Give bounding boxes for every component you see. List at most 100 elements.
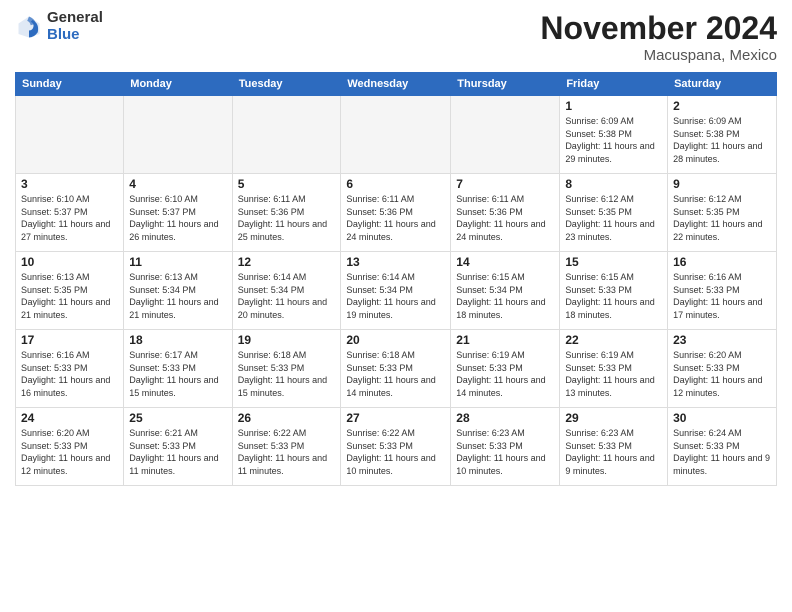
- day-info: Sunrise: 6:16 AM Sunset: 5:33 PM Dayligh…: [21, 349, 118, 399]
- header-friday: Friday: [560, 73, 668, 96]
- day-info: Sunrise: 6:24 AM Sunset: 5:33 PM Dayligh…: [673, 427, 771, 477]
- header-wednesday: Wednesday: [341, 73, 451, 96]
- day-info: Sunrise: 6:10 AM Sunset: 5:37 PM Dayligh…: [21, 193, 118, 243]
- day-number: 25: [129, 411, 226, 425]
- calendar-cell-w2-d1: 11 Sunrise: 6:13 AM Sunset: 5:34 PM Dayli…: [124, 252, 232, 330]
- header: General Blue November 2024 Macuspana, Me…: [15, 10, 777, 64]
- day-info: Sunrise: 6:17 AM Sunset: 5:33 PM Dayligh…: [129, 349, 226, 399]
- logo-text: General Blue: [47, 10, 103, 43]
- calendar-cell-w0-d2: [232, 96, 341, 174]
- day-number: 2: [673, 99, 771, 113]
- calendar-cell-w4-d3: 27 Sunrise: 6:22 AM Sunset: 5:33 PM Dayli…: [341, 408, 451, 486]
- day-info: Sunrise: 6:12 AM Sunset: 5:35 PM Dayligh…: [673, 193, 771, 243]
- day-info: Sunrise: 6:18 AM Sunset: 5:33 PM Dayligh…: [238, 349, 336, 399]
- calendar-cell-w4-d1: 25 Sunrise: 6:21 AM Sunset: 5:33 PM Dayli…: [124, 408, 232, 486]
- day-number: 26: [238, 411, 336, 425]
- calendar-cell-w4-d5: 29Sunrise: 6:23 AM Sunset: 5:33 PM Dayli…: [560, 408, 668, 486]
- calendar-cell-w0-d5: 1Sunrise: 6:09 AM Sunset: 5:38 PM Daylig…: [560, 96, 668, 174]
- calendar-cell-w2-d4: 14Sunrise: 6:15 AM Sunset: 5:34 PM Dayli…: [451, 252, 560, 330]
- day-info: Sunrise: 6:13 AM Sunset: 5:34 PM Dayligh…: [129, 271, 226, 321]
- day-number: 5: [238, 177, 336, 191]
- calendar-cell-w2-d2: 12 Sunrise: 6:14 AM Sunset: 5:34 PM Dayli…: [232, 252, 341, 330]
- title-block: November 2024 Macuspana, Mexico: [540, 10, 777, 64]
- day-number: 24: [21, 411, 118, 425]
- logo-blue-text: Blue: [47, 27, 103, 44]
- day-info: Sunrise: 6:14 AM Sunset: 5:34 PM Dayligh…: [238, 271, 336, 321]
- calendar-cell-w3-d0: 17 Sunrise: 6:16 AM Sunset: 5:33 PM Dayli…: [16, 330, 124, 408]
- calendar-cell-w0-d1: [124, 96, 232, 174]
- calendar-cell-w1-d5: 8 Sunrise: 6:12 AM Sunset: 5:35 PM Daylig…: [560, 174, 668, 252]
- calendar-cell-w3-d6: 23 Sunrise: 6:20 AM Sunset: 5:33 PM Dayli…: [668, 330, 777, 408]
- calendar-cell-w1-d1: 4 Sunrise: 6:10 AM Sunset: 5:37 PM Daylig…: [124, 174, 232, 252]
- calendar-cell-w4-d4: 28 Sunrise: 6:23 AM Sunset: 5:33 PM Dayli…: [451, 408, 560, 486]
- day-number: 28: [456, 411, 554, 425]
- day-info: Sunrise: 6:21 AM Sunset: 5:33 PM Dayligh…: [129, 427, 226, 477]
- day-info: Sunrise: 6:23 AM Sunset: 5:33 PM Dayligh…: [456, 427, 554, 477]
- calendar-cell-w1-d2: 5 Sunrise: 6:11 AM Sunset: 5:36 PM Daylig…: [232, 174, 341, 252]
- day-number: 16: [673, 255, 771, 269]
- day-info: Sunrise: 6:19 AM Sunset: 5:33 PM Dayligh…: [565, 349, 662, 399]
- day-info: Sunrise: 6:14 AM Sunset: 5:34 PM Dayligh…: [346, 271, 445, 321]
- calendar-cell-w3-d5: 22 Sunrise: 6:19 AM Sunset: 5:33 PM Dayli…: [560, 330, 668, 408]
- day-number: 15: [565, 255, 662, 269]
- day-info: Sunrise: 6:20 AM Sunset: 5:33 PM Dayligh…: [673, 349, 771, 399]
- day-number: 4: [129, 177, 226, 191]
- calendar-cell-w3-d1: 18 Sunrise: 6:17 AM Sunset: 5:33 PM Dayli…: [124, 330, 232, 408]
- day-number: 3: [21, 177, 118, 191]
- day-number: 27: [346, 411, 445, 425]
- week-row-2: 10 Sunrise: 6:13 AM Sunset: 5:35 PM Dayli…: [16, 252, 777, 330]
- day-number: 1: [565, 99, 662, 113]
- month-title: November 2024: [540, 10, 777, 47]
- day-number: 23: [673, 333, 771, 347]
- day-info: Sunrise: 6:18 AM Sunset: 5:33 PM Dayligh…: [346, 349, 445, 399]
- day-number: 18: [129, 333, 226, 347]
- day-number: 21: [456, 333, 554, 347]
- day-info: Sunrise: 6:22 AM Sunset: 5:33 PM Dayligh…: [346, 427, 445, 477]
- day-number: 14: [456, 255, 554, 269]
- week-row-3: 17 Sunrise: 6:16 AM Sunset: 5:33 PM Dayli…: [16, 330, 777, 408]
- header-monday: Monday: [124, 73, 232, 96]
- calendar-cell-w1-d4: 7Sunrise: 6:11 AM Sunset: 5:36 PM Daylig…: [451, 174, 560, 252]
- day-info: Sunrise: 6:23 AM Sunset: 5:33 PM Dayligh…: [565, 427, 662, 477]
- calendar-cell-w0-d4: [451, 96, 560, 174]
- day-number: 22: [565, 333, 662, 347]
- page: General Blue November 2024 Macuspana, Me…: [0, 0, 792, 612]
- calendar-cell-w4-d2: 26Sunrise: 6:22 AM Sunset: 5:33 PM Dayli…: [232, 408, 341, 486]
- calendar-cell-w1-d3: 6Sunrise: 6:11 AM Sunset: 5:36 PM Daylig…: [341, 174, 451, 252]
- logo: General Blue: [15, 10, 103, 43]
- calendar-cell-w2-d3: 13 Sunrise: 6:14 AM Sunset: 5:34 PM Dayli…: [341, 252, 451, 330]
- location-subtitle: Macuspana, Mexico: [540, 47, 777, 64]
- calendar-cell-w1-d0: 3 Sunrise: 6:10 AM Sunset: 5:37 PM Daylig…: [16, 174, 124, 252]
- day-info: Sunrise: 6:09 AM Sunset: 5:38 PM Dayligh…: [673, 115, 771, 165]
- day-number: 10: [21, 255, 118, 269]
- calendar-table: Sunday Monday Tuesday Wednesday Thursday…: [15, 72, 777, 486]
- day-number: 17: [21, 333, 118, 347]
- day-info: Sunrise: 6:11 AM Sunset: 5:36 PM Dayligh…: [456, 193, 554, 243]
- day-info: Sunrise: 6:12 AM Sunset: 5:35 PM Dayligh…: [565, 193, 662, 243]
- calendar-cell-w3-d2: 19Sunrise: 6:18 AM Sunset: 5:33 PM Dayli…: [232, 330, 341, 408]
- day-info: Sunrise: 6:19 AM Sunset: 5:33 PM Dayligh…: [456, 349, 554, 399]
- day-number: 20: [346, 333, 445, 347]
- week-row-0: 1 Sunrise: 6:09 AM Sunset: 5:38 PM Daylig…: [16, 96, 777, 174]
- header-sunday: Sunday: [16, 73, 124, 96]
- calendar-cell-w2-d6: 16Sunrise: 6:16 AM Sunset: 5:33 PM Dayli…: [668, 252, 777, 330]
- day-number: 30: [673, 411, 771, 425]
- logo-general-text: General: [47, 10, 103, 27]
- logo-icon: [15, 13, 43, 41]
- day-number: 6: [346, 177, 445, 191]
- calendar-cell-w0-d6: 2 Sunrise: 6:09 AM Sunset: 5:38 PM Daylig…: [668, 96, 777, 174]
- calendar-cell-w4-d6: 30 Sunrise: 6:24 AM Sunset: 5:33 PM Dayli…: [668, 408, 777, 486]
- day-info: Sunrise: 6:10 AM Sunset: 5:37 PM Dayligh…: [129, 193, 226, 243]
- day-number: 12: [238, 255, 336, 269]
- day-number: 13: [346, 255, 445, 269]
- calendar-cell-w3-d4: 21 Sunrise: 6:19 AM Sunset: 5:33 PM Dayli…: [451, 330, 560, 408]
- calendar-cell-w4-d0: 24 Sunrise: 6:20 AM Sunset: 5:33 PM Dayli…: [16, 408, 124, 486]
- day-number: 8: [565, 177, 662, 191]
- day-info: Sunrise: 6:20 AM Sunset: 5:33 PM Dayligh…: [21, 427, 118, 477]
- day-number: 11: [129, 255, 226, 269]
- day-info: Sunrise: 6:13 AM Sunset: 5:35 PM Dayligh…: [21, 271, 118, 321]
- day-info: Sunrise: 6:11 AM Sunset: 5:36 PM Dayligh…: [238, 193, 336, 243]
- week-row-1: 3 Sunrise: 6:10 AM Sunset: 5:37 PM Daylig…: [16, 174, 777, 252]
- week-row-4: 24 Sunrise: 6:20 AM Sunset: 5:33 PM Dayli…: [16, 408, 777, 486]
- header-tuesday: Tuesday: [232, 73, 341, 96]
